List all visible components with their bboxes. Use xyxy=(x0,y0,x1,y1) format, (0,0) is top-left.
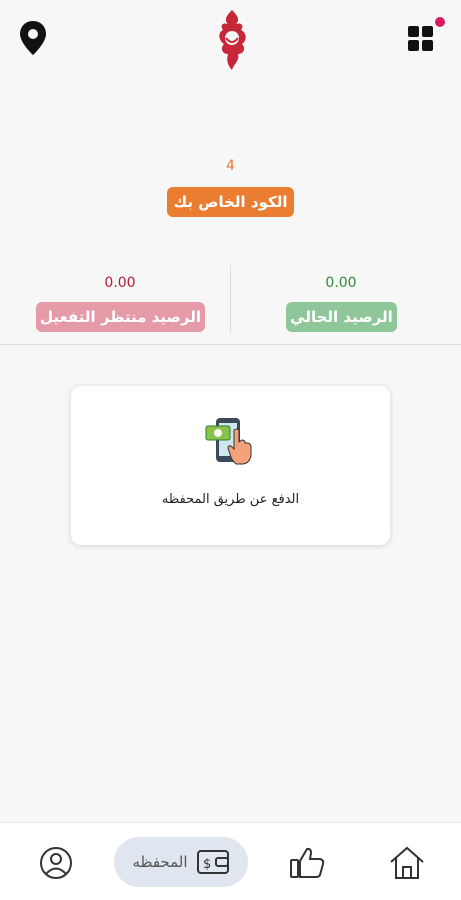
wallet-payment-label: الدفع عن طريق المحفظه xyxy=(161,492,300,507)
wallet-nav-label: المحفظه xyxy=(132,853,188,871)
mobile-payment-icon xyxy=(202,416,262,468)
brand-logo xyxy=(210,8,254,72)
current-balance-value: 0.00 xyxy=(325,275,357,291)
section-divider xyxy=(0,344,461,345)
apps-grid-icon[interactable] xyxy=(404,16,448,58)
home-icon xyxy=(390,846,424,879)
wallet-payment-card[interactable]: الدفع عن طريق المحفظه xyxy=(71,386,390,545)
code-label-badge: الكود الخاص بك xyxy=(167,187,294,217)
svg-text:$: $ xyxy=(203,857,211,872)
profile-icon xyxy=(40,847,72,879)
thumbs-up-icon xyxy=(290,847,325,878)
bottom-navigation: المحفظه $ xyxy=(0,822,461,900)
pending-balance-value: 0.00 xyxy=(104,275,136,291)
divider xyxy=(230,265,231,333)
home-nav-button[interactable] xyxy=(388,845,426,881)
current-balance-badge: الرصيد الحالي xyxy=(286,302,397,332)
balances-section: 0.00 الرصيد منتظر التفعيل 0.00 الرصيد ال… xyxy=(0,265,461,337)
notification-dot-icon xyxy=(434,16,446,28)
wallet-icon: $ xyxy=(196,850,229,874)
top-bar xyxy=(0,0,461,80)
location-pin-icon[interactable] xyxy=(18,20,48,56)
wallet-nav-button[interactable]: المحفظه $ xyxy=(114,837,248,887)
profile-nav-button[interactable] xyxy=(38,845,74,881)
code-value: 4 xyxy=(226,158,235,174)
pending-balance-badge: الرصيد منتظر التفعيل xyxy=(36,302,205,332)
like-nav-button[interactable] xyxy=(288,845,326,881)
